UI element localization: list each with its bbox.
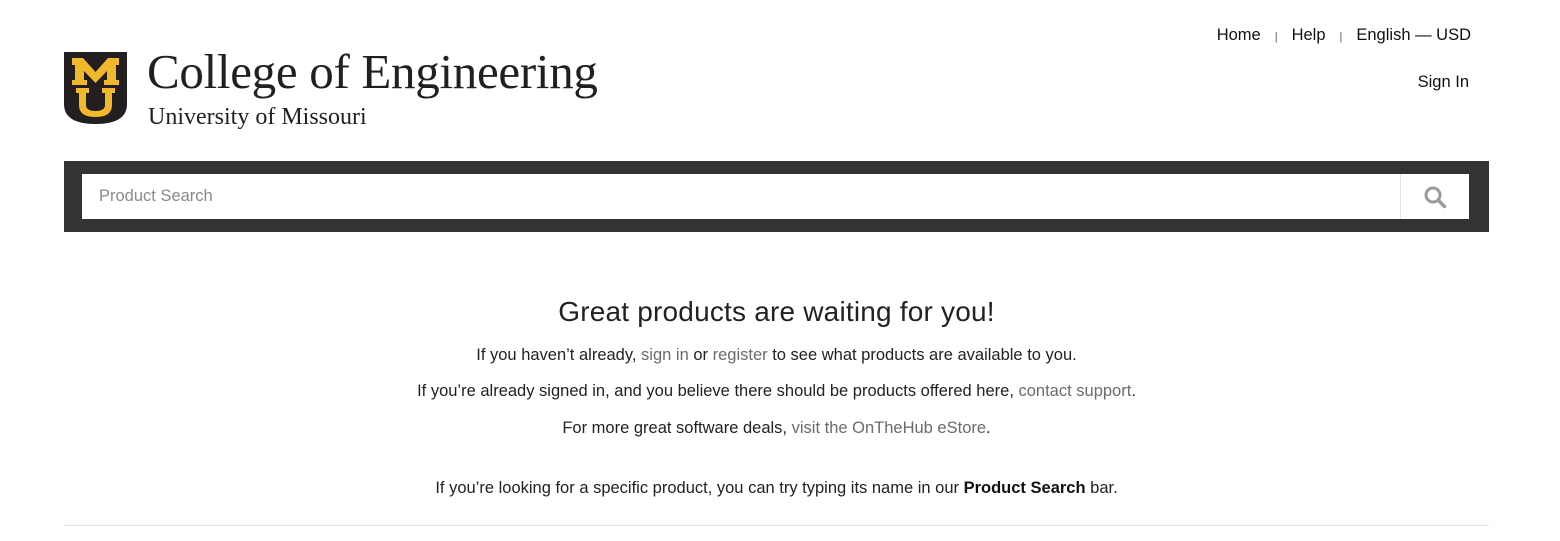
locale-currency-selector[interactable]: English — USD	[1356, 24, 1471, 46]
text: or	[688, 346, 713, 364]
text: .	[986, 419, 991, 437]
nav-help-link[interactable]: Help	[1292, 24, 1326, 46]
support-prompt: If you’re already signed in, and you bel…	[0, 380, 1553, 402]
search-bar	[64, 161, 1489, 232]
estore-prompt: For more great software deals, visit the…	[0, 417, 1553, 439]
brand-subtitle: University of Missouri	[148, 104, 367, 130]
text: to see what products are available to yo…	[767, 346, 1077, 364]
search-hint: If you’re looking for a specific product…	[0, 477, 1553, 499]
product-search-input[interactable]	[82, 174, 1400, 219]
text: bar.	[1085, 479, 1118, 497]
register-link[interactable]: register	[713, 346, 768, 364]
text: If you’re looking for a specific product…	[435, 479, 964, 497]
text: For more great software deals,	[562, 419, 792, 437]
text: If you haven’t already,	[476, 346, 642, 364]
search-button[interactable]	[1400, 174, 1469, 219]
text: If you’re already signed in, and you bel…	[417, 382, 1019, 400]
nav-home-link[interactable]: Home	[1217, 24, 1261, 46]
mizzou-logo[interactable]	[64, 52, 127, 124]
headline: Great products are waiting for you!	[558, 296, 995, 327]
sign-in-prompt: If you haven’t already, sign in or regis…	[0, 344, 1553, 366]
text: .	[1131, 382, 1136, 400]
contact-support-link[interactable]: contact support	[1019, 382, 1132, 400]
sign-in-inline-link[interactable]: sign in	[641, 346, 689, 364]
nav-separator: |	[1339, 31, 1343, 43]
sign-in-link[interactable]: Sign In	[1418, 71, 1469, 93]
onthehub-estore-link[interactable]: visit the OnTheHub eStore	[792, 419, 986, 437]
search-icon	[1424, 186, 1447, 208]
top-nav: Home | Help | English — USD	[1217, 24, 1471, 46]
empty-state-message: Great products are waiting for you! If y…	[0, 290, 1553, 499]
nav-separator: |	[1274, 31, 1278, 43]
footer-divider	[64, 525, 1489, 526]
brand-title[interactable]: College of Engineering	[147, 44, 598, 100]
product-search-emphasis: Product Search	[963, 479, 1086, 497]
page: College of Engineering University of Mis…	[0, 0, 1560, 541]
